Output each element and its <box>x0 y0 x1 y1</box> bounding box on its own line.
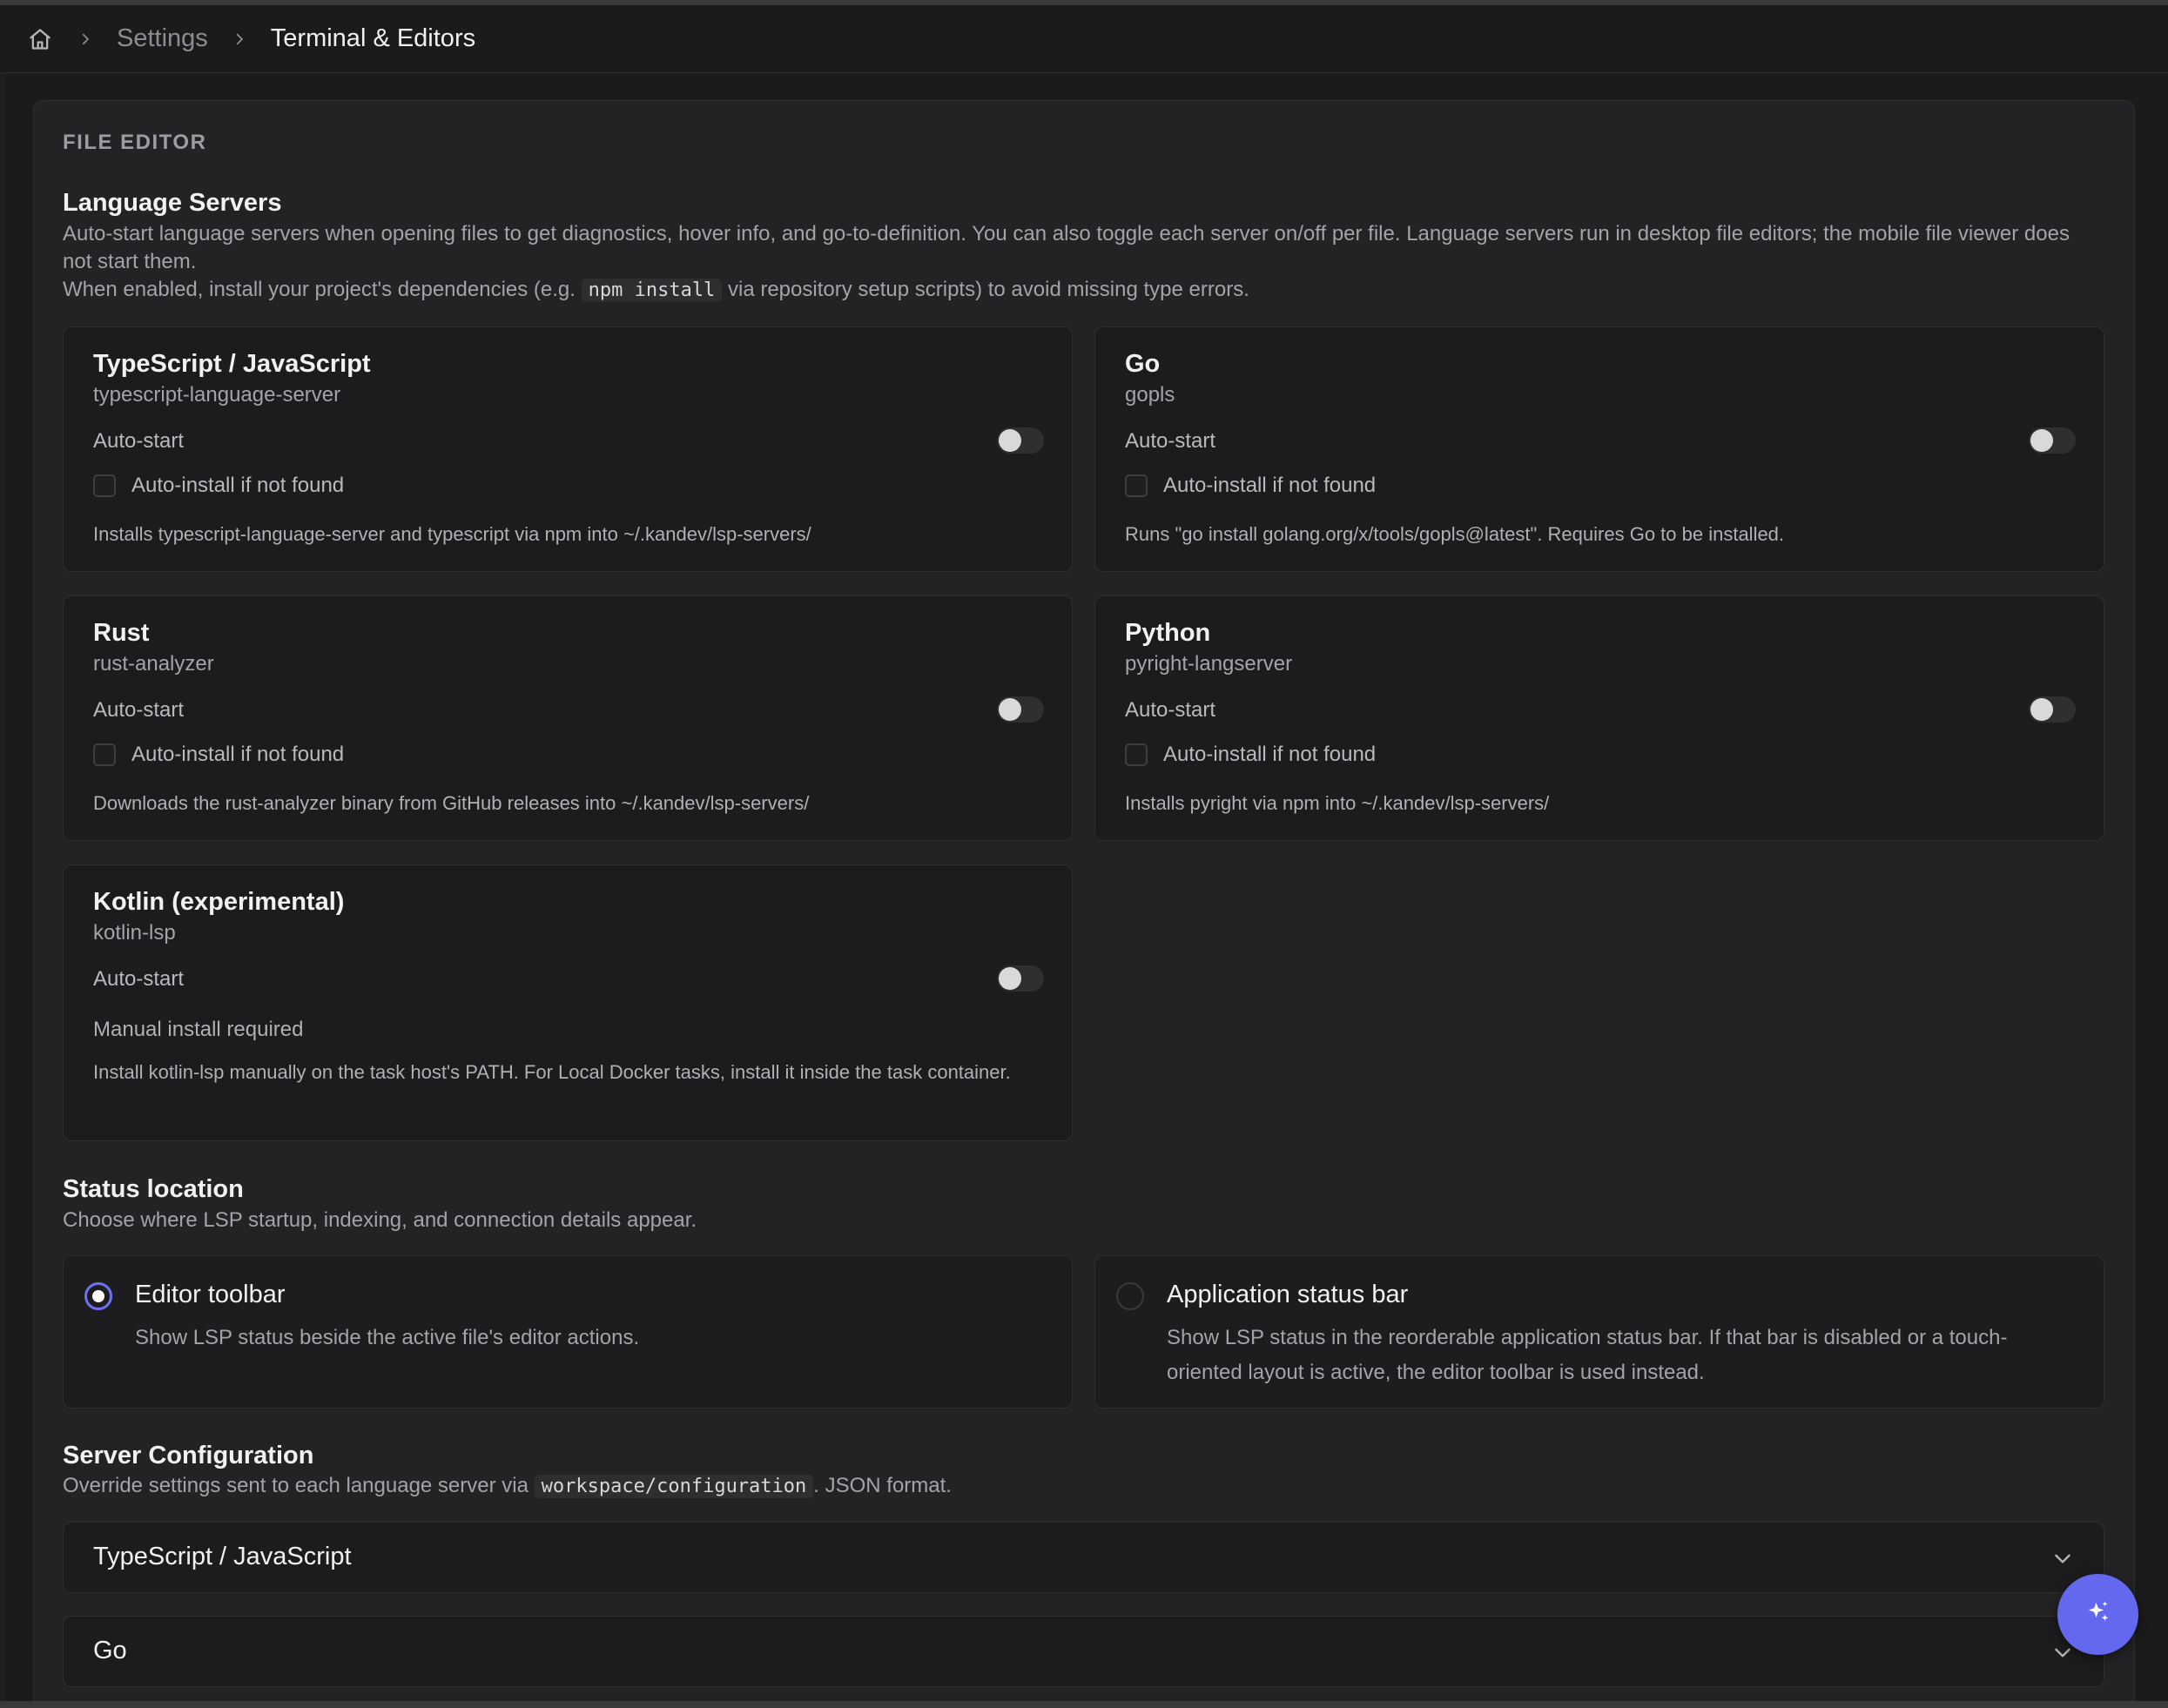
chevron-right-icon <box>77 30 94 48</box>
toggle-knob <box>2030 429 2053 452</box>
lsp-card-title: Python <box>1125 619 1211 647</box>
language-servers-description: Auto-start language servers when opening… <box>63 220 2100 305</box>
lsp-card-kotlin: Kotlin (experimental) kotlin-lsp Auto-st… <box>63 864 1073 1141</box>
lsp-card-note: Install kotlin-lsp manually on the task … <box>93 1061 1011 1083</box>
auto-start-label: Auto-start <box>93 698 185 722</box>
lsp-card-binary: pyright-langserver <box>1125 652 1293 676</box>
lsp-card-python: Python pyright-langserver Auto-start Aut… <box>1094 595 2104 841</box>
sparkles-icon <box>2085 1599 2111 1630</box>
server-config-text-after: . JSON format. <box>813 1474 952 1497</box>
auto-start-toggle[interactable] <box>997 696 1044 723</box>
sidebar-edge <box>0 73 5 1703</box>
manual-install-label: Manual install required <box>93 1018 304 1041</box>
breadcrumb: Settings Terminal & Editors <box>0 5 2168 73</box>
auto-install-checkbox-row[interactable]: Auto-install if not found <box>93 474 344 498</box>
toggle-knob <box>999 698 1021 721</box>
lsp-card-title: Go <box>1125 350 1161 378</box>
status-option-description: Show LSP status beside the active file's… <box>135 1326 640 1349</box>
deps-text-before: When enabled, install your project's dep… <box>63 278 582 301</box>
lsp-card-note: Installs typescript-language-server and … <box>93 523 811 545</box>
npm-install-code: npm install <box>581 279 723 302</box>
language-servers-description-deps: When enabled, install your project's dep… <box>63 276 2100 305</box>
lsp-card-title: Kotlin (experimental) <box>93 888 345 916</box>
status-option-description: Show LSP status in the reorderable appli… <box>1167 1326 2008 1384</box>
auto-start-label: Auto-start <box>93 967 185 991</box>
lsp-card-note: Installs pyright via npm into ~/.kandev/… <box>1125 792 1550 814</box>
auto-start-toggle[interactable] <box>2029 427 2076 454</box>
auto-start-toggle[interactable] <box>997 965 1044 992</box>
auto-install-checkbox-row[interactable]: Auto-install if not found <box>1125 743 1376 767</box>
auto-install-label: Auto-install if not found <box>1163 743 1377 766</box>
deps-text-after: via repository setup scripts) to avoid m… <box>722 278 1249 301</box>
server-config-accordion-typescript[interactable]: TypeScript / JavaScript <box>63 1522 2104 1593</box>
toggle-knob <box>999 429 1021 452</box>
window-bottom-border <box>0 1701 2168 1708</box>
auto-install-label: Auto-install if not found <box>131 474 345 497</box>
section-label: FILE EDITOR <box>63 131 207 154</box>
auto-start-label: Auto-start <box>1125 698 1216 722</box>
server-config-accordion-go[interactable]: Go <box>63 1616 2104 1687</box>
auto-install-checkbox[interactable] <box>1125 743 1148 766</box>
lsp-card-rust: Rust rust-analyzer Auto-start Auto-insta… <box>63 595 1073 841</box>
auto-install-label: Auto-install if not found <box>1163 474 1377 497</box>
auto-install-checkbox[interactable] <box>93 743 116 766</box>
auto-start-toggle[interactable] <box>997 427 1044 454</box>
status-option-title: Application status bar <box>1167 1281 1409 1308</box>
language-servers-title: Language Servers <box>63 189 282 217</box>
editor-toolbar-radio[interactable] <box>84 1282 112 1310</box>
lsp-card-binary: typescript-language-server <box>93 383 341 407</box>
workspace-configuration-code: workspace/configuration <box>534 1475 814 1498</box>
lsp-card-binary: gopls <box>1125 383 1175 407</box>
auto-start-label: Auto-start <box>1125 429 1216 453</box>
auto-install-checkbox[interactable] <box>1125 474 1148 497</box>
toggle-knob <box>2030 698 2053 721</box>
lsp-card-title: TypeScript / JavaScript <box>93 350 371 378</box>
chevron-down-icon <box>2051 1547 2074 1570</box>
accordion-title: TypeScript / JavaScript <box>93 1543 352 1570</box>
auto-install-label: Auto-install if not found <box>131 743 345 766</box>
server-configuration-description: Override settings sent to each language … <box>63 1472 2100 1501</box>
auto-install-checkbox[interactable] <box>93 474 116 497</box>
auto-install-checkbox-row[interactable]: Auto-install if not found <box>93 743 344 767</box>
lsp-card-go: Go gopls Auto-start Auto-install if not … <box>1094 326 2104 572</box>
server-config-text-before: Override settings sent to each language … <box>63 1474 535 1497</box>
accordion-title: Go <box>93 1637 127 1664</box>
status-location-description: Choose where LSP startup, indexing, and … <box>63 1208 697 1232</box>
server-configuration-title: Server Configuration <box>63 1442 314 1469</box>
status-option-application-status-bar[interactable]: Application status bar Show LSP status i… <box>1094 1255 2104 1409</box>
home-icon[interactable] <box>26 25 54 53</box>
breadcrumb-settings-link[interactable]: Settings <box>117 24 208 53</box>
chevron-right-icon <box>231 30 248 48</box>
lsp-card-title: Rust <box>93 619 150 647</box>
ai-assistant-button[interactable] <box>2057 1574 2138 1655</box>
lsp-card-note: Downloads the rust-analyzer binary from … <box>93 792 810 814</box>
status-option-editor-toolbar[interactable]: Editor toolbar Show LSP status beside th… <box>63 1255 1073 1409</box>
auto-start-toggle[interactable] <box>2029 696 2076 723</box>
lsp-card-note: Runs "go install golang.org/x/tools/gopl… <box>1125 523 1785 545</box>
lsp-card-binary: kotlin-lsp <box>93 921 176 945</box>
toggle-knob <box>999 967 1021 990</box>
status-option-title: Editor toolbar <box>135 1281 286 1308</box>
language-servers-description-line: Auto-start language servers when opening… <box>63 222 2070 273</box>
application-status-bar-radio[interactable] <box>1116 1282 1144 1310</box>
auto-install-checkbox-row[interactable]: Auto-install if not found <box>1125 474 1376 498</box>
auto-start-label: Auto-start <box>93 429 185 453</box>
breadcrumb-current: Terminal & Editors <box>270 24 476 52</box>
lsp-card-typescript: TypeScript / JavaScript typescript-langu… <box>63 326 1073 572</box>
status-location-title: Status location <box>63 1175 244 1203</box>
lsp-card-binary: rust-analyzer <box>93 652 214 676</box>
